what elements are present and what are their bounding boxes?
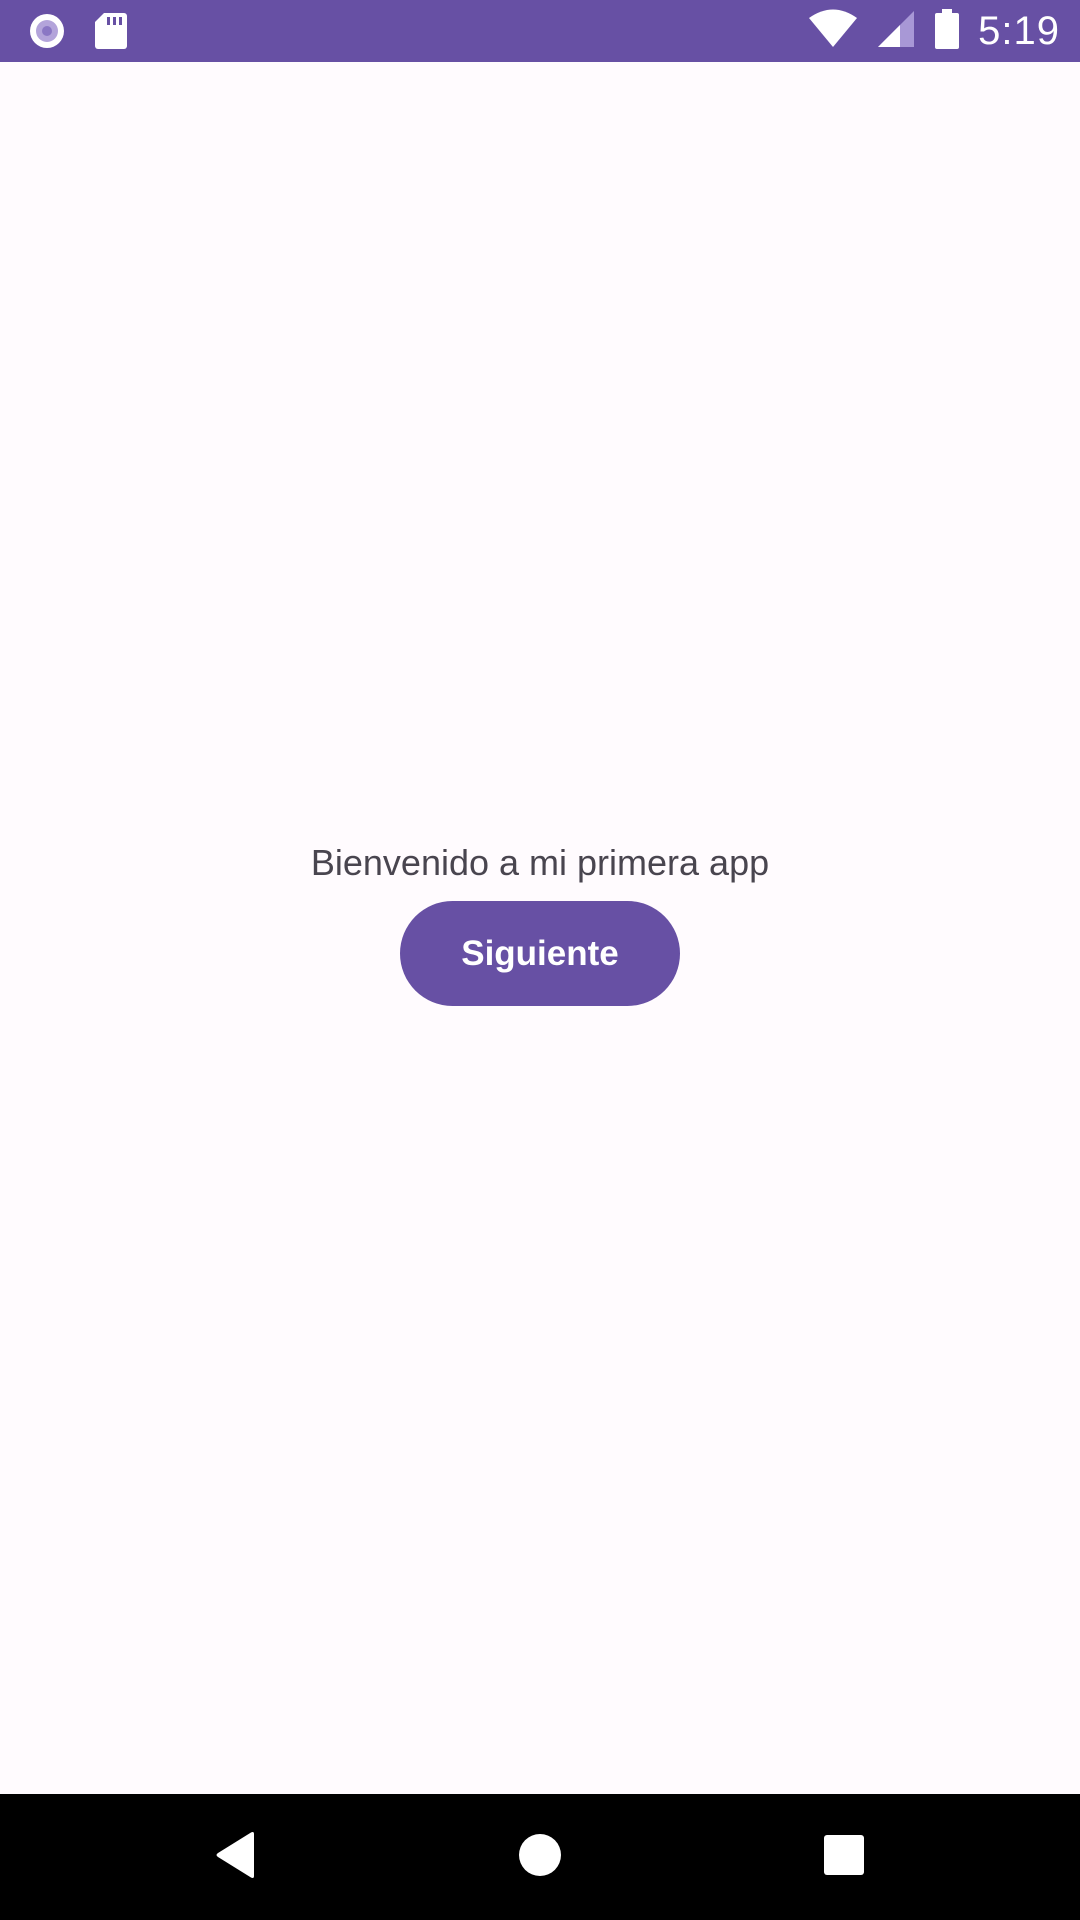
- welcome-text: Bienvenido a mi primera app: [310, 842, 770, 883]
- next-button[interactable]: Siguiente: [400, 901, 680, 1006]
- status-clock: 5:19: [978, 8, 1060, 53]
- back-icon: [214, 1831, 258, 1884]
- wifi-icon: [808, 9, 858, 54]
- battery-icon: [934, 8, 960, 54]
- navigation-bar: [0, 1794, 1080, 1920]
- status-bar: 5:19: [0, 0, 1080, 62]
- app-screen: 5:19 Bienvenido a mi primera app Siguien…: [0, 0, 1080, 1920]
- home-icon: [518, 1833, 562, 1882]
- status-icons: 5:19: [808, 0, 1060, 62]
- main-content: Bienvenido a mi primera app Siguiente: [0, 62, 1080, 1794]
- sd-card-icon: [94, 12, 128, 55]
- recents-icon: [823, 1834, 865, 1881]
- home-button[interactable]: [470, 1794, 610, 1920]
- notification-record-icon: [28, 12, 66, 55]
- recents-button[interactable]: [774, 1794, 914, 1920]
- back-button[interactable]: [166, 1794, 306, 1920]
- signal-icon: [876, 9, 916, 54]
